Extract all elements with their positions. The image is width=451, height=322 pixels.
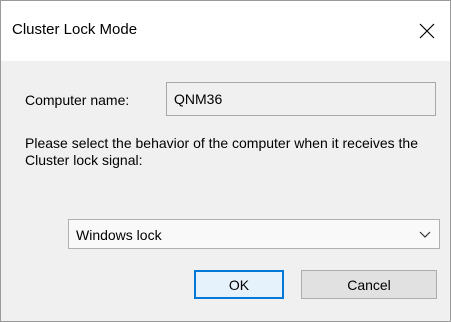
title-bar: Cluster Lock Mode: [1, 1, 450, 61]
computer-name-label: Computer name:: [25, 92, 130, 108]
behavior-select[interactable]: Windows lock: [68, 219, 440, 249]
cancel-button-label: Cancel: [347, 276, 391, 293]
ok-button[interactable]: OK: [194, 270, 284, 299]
ok-button-label: OK: [228, 276, 250, 293]
close-icon: [419, 23, 435, 39]
chevron-down-icon: [419, 231, 431, 238]
cluster-lock-mode-dialog: Cluster Lock Mode Computer name: QNM36 P…: [0, 0, 451, 322]
computer-name-value: QNM36: [174, 91, 223, 107]
computer-name-field: QNM36: [166, 82, 436, 116]
cancel-button[interactable]: Cancel: [301, 270, 437, 299]
window-title: Cluster Lock Mode: [12, 21, 138, 38]
behavior-prompt: Please select the behavior of the comput…: [25, 135, 418, 168]
behavior-select-value: Windows lock: [76, 227, 162, 243]
close-button[interactable]: [404, 1, 450, 61]
